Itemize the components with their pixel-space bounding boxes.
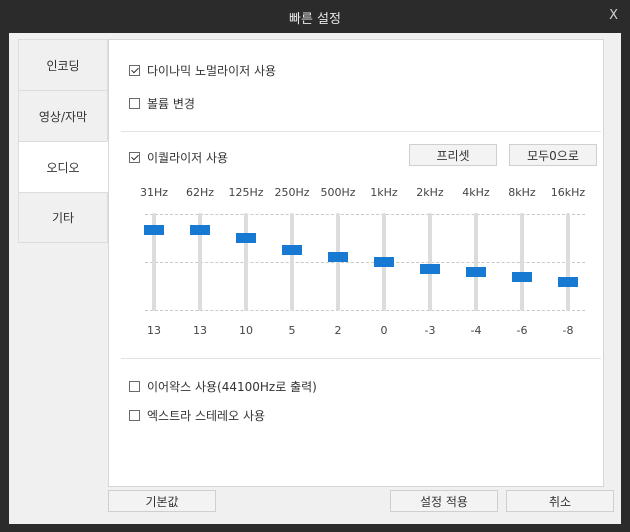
eq-band-16khz: 16kHz -8 — [545, 186, 591, 346]
client-area: 인코딩 영상/자막 오디오 기타 다이나믹 노멀라이저 사용 볼륨 변경 이퀄라… — [9, 33, 621, 524]
eq-band-62hz: 62Hz 13 — [177, 186, 223, 346]
eq-band-value: 2 — [334, 324, 342, 337]
eq-band-frequency-label: 500Hz — [320, 186, 356, 199]
earwax-checkbox-box[interactable] — [129, 381, 140, 392]
eq-band-250hz: 250Hz 5 — [269, 186, 315, 346]
preset-button[interactable]: 프리셋 — [409, 144, 497, 166]
window-title: 빠른 설정 — [289, 12, 341, 27]
eq-slider-thumb[interactable] — [282, 244, 302, 255]
extra-stereo-checkbox-box[interactable] — [129, 410, 140, 421]
eq-band-1khz: 1kHz 0 — [361, 186, 407, 346]
eq-band-500hz: 500Hz 2 — [315, 186, 361, 346]
eq-band-frequency-label: 125Hz — [228, 186, 264, 199]
tab-list: 인코딩 영상/자막 오디오 기타 — [18, 39, 108, 243]
tab-video-subtitle[interactable]: 영상/자막 — [18, 90, 108, 141]
eq-slider-thumb[interactable] — [420, 264, 440, 275]
eq-band-2khz: 2kHz -3 — [407, 186, 453, 346]
equalizer: 31Hz 13 62Hz 13 125Hz 10 250Hz 5 500Hz 2 1kHz 0 2kHz… — [131, 186, 591, 346]
equalizer-label: 이퀄라이저 사용 — [147, 151, 229, 165]
apply-settings-button[interactable]: 설정 적용 — [390, 490, 498, 512]
eq-band-value: -8 — [562, 324, 574, 337]
eq-band-125hz: 125Hz 10 — [223, 186, 269, 346]
eq-band-value: 13 — [147, 324, 161, 337]
eq-slider-thumb[interactable] — [558, 276, 578, 287]
eq-band-value: -3 — [424, 324, 436, 337]
eq-band-frequency-label: 1kHz — [370, 186, 398, 199]
eq-slider-track[interactable] — [474, 213, 478, 311]
volume-change-label: 볼륨 변경 — [147, 97, 195, 111]
eq-slider-track[interactable] — [290, 213, 294, 311]
eq-band-frequency-label: 31Hz — [139, 186, 169, 199]
normalizer-checkbox-box[interactable] — [129, 65, 140, 76]
eq-band-value: 13 — [193, 324, 207, 337]
eq-slider-thumb[interactable] — [374, 257, 394, 267]
eq-slider-thumb[interactable] — [512, 271, 532, 282]
eq-slider-track[interactable] — [520, 213, 524, 311]
equalizer-checkbox-box[interactable] — [129, 152, 140, 163]
tab-other[interactable]: 기타 — [18, 192, 108, 243]
tab-audio[interactable]: 오디오 — [18, 141, 108, 192]
earwax-label: 이어왁스 사용(44100Hz로 출력) — [147, 380, 317, 394]
volume-change-checkbox[interactable]: 볼륨 변경 — [129, 95, 195, 112]
eq-band-frequency-label: 4kHz — [462, 186, 490, 199]
eq-slider-track[interactable] — [244, 213, 248, 311]
divider — [121, 131, 601, 132]
eq-band-value: 5 — [288, 324, 296, 337]
eq-band-4khz: 4kHz -4 — [453, 186, 499, 346]
volume-change-checkbox-box[interactable] — [129, 98, 140, 109]
extra-stereo-checkbox[interactable]: 엑스트라 스테레오 사용 — [129, 407, 265, 424]
eq-slider-thumb[interactable] — [466, 266, 486, 277]
audio-panel: 다이나믹 노멀라이저 사용 볼륨 변경 이퀄라이저 사용 프리셋 모두0으로 3… — [108, 39, 604, 487]
normalizer-checkbox[interactable]: 다이나믹 노멀라이저 사용 — [129, 62, 276, 79]
default-button[interactable]: 기본값 — [108, 490, 216, 512]
eq-slider-thumb[interactable] — [328, 252, 348, 263]
equalizer-checkbox[interactable]: 이퀄라이저 사용 — [129, 149, 228, 166]
eq-slider-thumb[interactable] — [190, 225, 210, 236]
title-bar: 빠른 설정 X — [0, 0, 630, 32]
earwax-checkbox[interactable]: 이어왁스 사용(44100Hz로 출력) — [129, 378, 317, 395]
eq-band-value: 10 — [239, 324, 253, 337]
eq-band-frequency-label: 250Hz — [274, 186, 310, 199]
quick-settings-window: 빠른 설정 X 인코딩 영상/자막 오디오 기타 다이나믹 노멀라이저 사용 볼… — [0, 0, 630, 532]
eq-slider-thumb[interactable] — [144, 225, 164, 236]
reset-all-zero-button[interactable]: 모두0으로 — [509, 144, 597, 166]
close-icon[interactable]: X — [609, 8, 618, 23]
normalizer-label: 다이나믹 노멀라이저 사용 — [147, 64, 277, 78]
eq-band-frequency-label: 16kHz — [550, 186, 586, 199]
eq-band-value: -6 — [516, 324, 528, 337]
extra-stereo-label: 엑스트라 스테레오 사용 — [147, 409, 266, 423]
cancel-button[interactable]: 취소 — [506, 490, 614, 512]
tab-encoding[interactable]: 인코딩 — [18, 39, 108, 90]
eq-slider-track[interactable] — [428, 213, 432, 311]
eq-band-31hz: 31Hz 13 — [131, 186, 177, 346]
eq-band-value: 0 — [380, 324, 388, 337]
eq-band-frequency-label: 2kHz — [416, 186, 444, 199]
eq-band-value: -4 — [470, 324, 482, 337]
eq-slider-thumb[interactable] — [236, 232, 256, 243]
divider — [121, 358, 601, 359]
eq-slider-track[interactable] — [566, 213, 570, 311]
eq-band-frequency-label: 62Hz — [185, 186, 215, 199]
eq-band-frequency-label: 8kHz — [508, 186, 536, 199]
eq-band-8khz: 8kHz -6 — [499, 186, 545, 346]
